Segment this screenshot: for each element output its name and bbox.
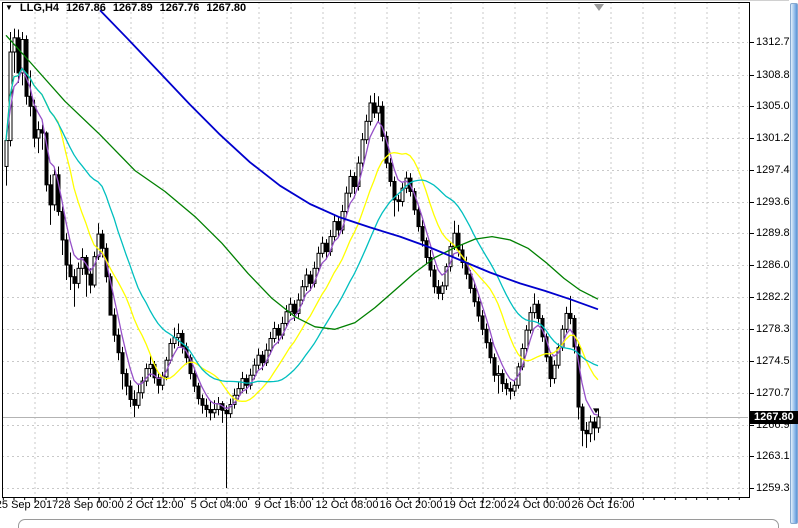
ohlc-header: ▼ LLG,H4 1267.86 1267.89 1267.76 1267.80: [5, 2, 246, 14]
time-tick-label: 24 Oct 00:00: [507, 499, 571, 511]
time-tick-label: 12 Oct 08:00: [315, 499, 379, 511]
time-scale[interactable]: 25 Sep 2017 28 Sep 00:00 2 Oct 12:00 5 Oct …: [0, 498, 749, 512]
time-tick-label: 2 Oct 12:00: [126, 499, 184, 511]
shift-marker-icon: [594, 4, 604, 11]
symbol-period-label: LLG,H4: [19, 2, 60, 14]
window-top-edge: [0, 0, 789, 1]
chart-canvas[interactable]: [0, 0, 798, 528]
time-tick-label: 19 Oct 12:00: [443, 499, 507, 511]
low-value: 1267.76: [159, 2, 200, 14]
time-tick-label: 26 Oct 16:00: [571, 499, 635, 511]
panel-divider: [18, 519, 779, 528]
high-value: 1267.89: [112, 2, 153, 14]
time-tick-label: 5 Oct 04:00: [190, 499, 248, 511]
time-tick-label: 28 Sep 00:00: [58, 499, 124, 511]
time-tick-label: 16 Oct 20:00: [379, 499, 443, 511]
quote-down-icon: ▼: [5, 3, 13, 12]
chart-window: ▼ LLG,H4 1267.86 1267.89 1267.76 1267.80…: [0, 0, 798, 528]
ma-fast-purple: [5, 67, 599, 416]
bid-price-box: 1267.80: [749, 410, 798, 424]
window-scrollbar[interactable]: [790, 3, 798, 524]
time-tick-label: 25 Sep 2017: [0, 499, 59, 511]
close-value: 1267.80: [206, 2, 247, 14]
ma-medium-yellow: [5, 67, 599, 402]
open-value: 1267.86: [66, 2, 106, 14]
ma-slow-blue: [99, 9, 599, 311]
bid-price-label: 1267.80: [754, 410, 794, 423]
time-tick-label: 9 Oct 16:00: [254, 499, 312, 511]
